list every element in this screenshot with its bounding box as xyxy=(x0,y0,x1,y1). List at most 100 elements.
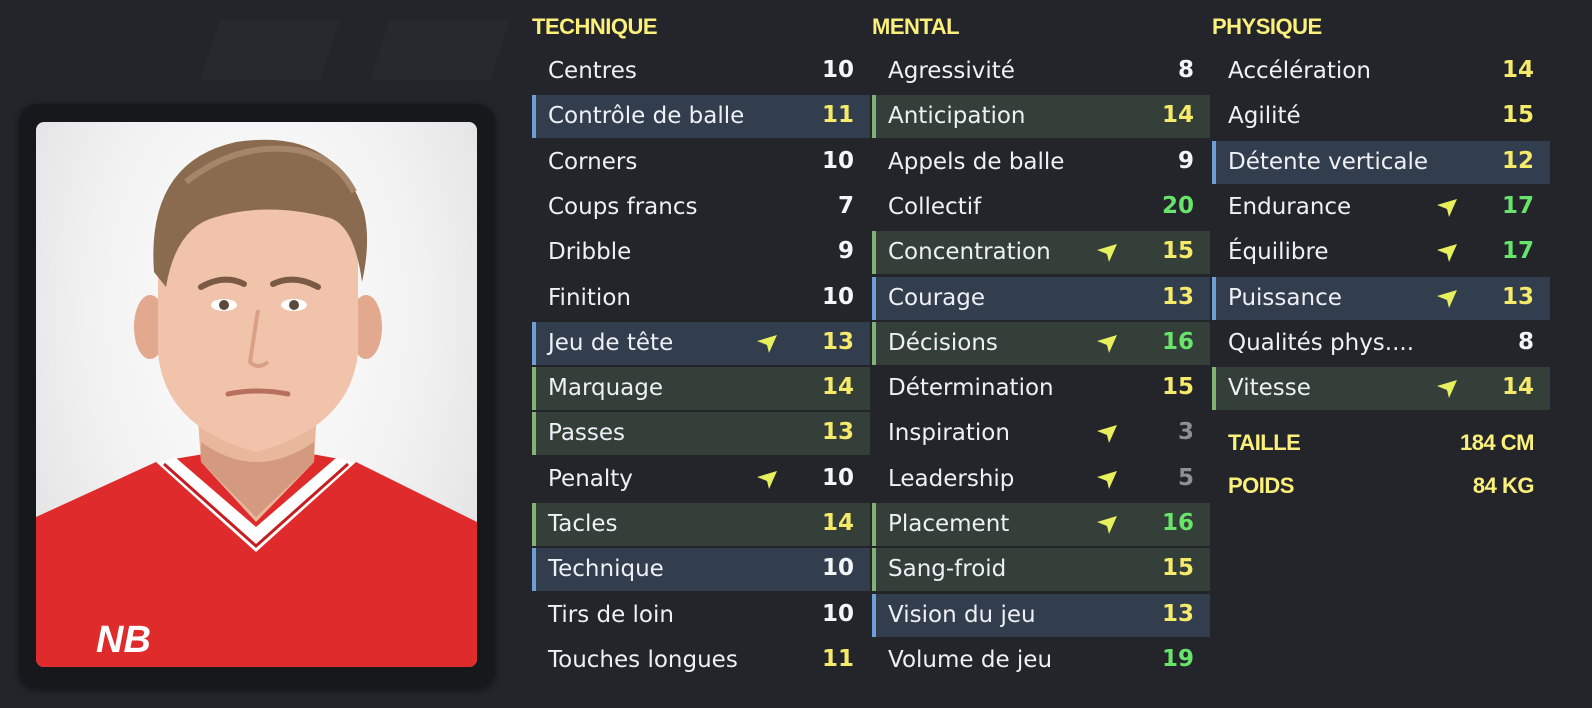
attribute-value: 14 xyxy=(1501,374,1534,400)
attribute-label: Centres xyxy=(548,58,637,84)
attribute-row[interactable]: Sang-froid 15 xyxy=(872,548,1210,591)
attribute-row[interactable]: Accélération 14 xyxy=(1212,50,1550,93)
attribute-label: Marquage xyxy=(548,375,664,401)
attribute-value: 11 xyxy=(821,102,854,128)
attribute-row[interactable]: Dribble 9 xyxy=(532,231,870,274)
attribute-value: 15 xyxy=(1161,374,1194,400)
weight-label: POIDS xyxy=(1228,473,1294,498)
attribute-value: 20 xyxy=(1161,193,1194,219)
attribute-row[interactable]: Placement 16 xyxy=(872,503,1210,546)
player-portrait-image: NB xyxy=(36,139,477,667)
attribute-row[interactable]: Jeu de tête 13 xyxy=(532,322,870,365)
attribute-row[interactable]: Détente verticale 12 xyxy=(1212,141,1550,184)
attribute-row[interactable]: Finition 10 xyxy=(532,277,870,320)
attribute-label: Appels de balle xyxy=(888,149,1065,175)
attribute-value: 10 xyxy=(821,601,854,627)
attribute-value: 16 xyxy=(1161,510,1194,536)
attribute-value: 14 xyxy=(821,374,854,400)
attribute-value: 17 xyxy=(1501,193,1534,219)
attribute-label: Finition xyxy=(548,285,631,311)
attribute-row[interactable]: Corners 10 xyxy=(532,141,870,184)
attribute-label: Leadership xyxy=(888,466,1015,492)
attribute-row[interactable]: Technique 10 xyxy=(532,548,870,591)
attribute-value: 9 xyxy=(837,238,854,264)
attribute-value: 13 xyxy=(1161,284,1194,310)
attribute-label: Vision du jeu xyxy=(888,602,1036,628)
attribute-row[interactable]: Appels de balle 9 xyxy=(872,141,1210,184)
attribute-row[interactable]: Penalty 10 xyxy=(532,458,870,501)
attribute-label: Accélération xyxy=(1228,58,1371,84)
attribute-label: Penalty xyxy=(548,466,633,492)
attribute-label: Contrôle de balle xyxy=(548,103,745,129)
background-stripe xyxy=(200,20,339,80)
height-label: TAILLE xyxy=(1228,430,1301,455)
attribute-label: Placement xyxy=(888,511,1010,537)
attribute-row[interactable]: Endurance 17 xyxy=(1212,186,1550,229)
attribute-label: Inspiration xyxy=(888,420,1010,446)
player-portrait[interactable]: NB xyxy=(36,122,477,667)
attribute-value: 15 xyxy=(1161,238,1194,264)
progress-arrow-icon xyxy=(1437,290,1457,308)
attribute-row[interactable]: Volume de jeu 19 xyxy=(872,639,1210,682)
attribute-value: 10 xyxy=(821,555,854,581)
attribute-row[interactable]: Inspiration 3 xyxy=(872,412,1210,455)
attribute-row[interactable]: Agressivité 8 xyxy=(872,50,1210,93)
attribute-row[interactable]: Passes 13 xyxy=(532,412,870,455)
attribute-label: Détente verticale xyxy=(1228,149,1428,175)
progress-arrow-icon xyxy=(1437,244,1457,262)
attribute-value: 10 xyxy=(821,148,854,174)
attribute-row[interactable]: Qualités phys.... 8 xyxy=(1212,322,1550,365)
attribute-row[interactable]: Collectif 20 xyxy=(872,186,1210,229)
attribute-row[interactable]: Centres 10 xyxy=(532,50,870,93)
attribute-value: 5 xyxy=(1177,465,1194,491)
attribute-value: 13 xyxy=(821,419,854,445)
attribute-label: Collectif xyxy=(888,194,982,220)
attribute-row[interactable]: Vitesse 14 xyxy=(1212,367,1550,410)
attribute-label: Jeu de tête xyxy=(548,330,674,356)
attribute-value: 13 xyxy=(1161,601,1194,627)
attribute-label: Anticipation xyxy=(888,103,1026,129)
attribute-row[interactable]: Tacles 14 xyxy=(532,503,870,546)
attribute-label: Puissance xyxy=(1228,285,1342,311)
attribute-row[interactable]: Concentration 15 xyxy=(872,231,1210,274)
progress-arrow-icon xyxy=(757,471,777,489)
progress-arrow-icon xyxy=(1097,244,1117,262)
attribute-value: 13 xyxy=(821,329,854,355)
attribute-row[interactable]: Leadership 5 xyxy=(872,458,1210,501)
attribute-row[interactable]: Courage 13 xyxy=(872,277,1210,320)
attribute-row[interactable]: Tirs de loin 10 xyxy=(532,594,870,637)
attribute-value: 15 xyxy=(1501,102,1534,128)
attribute-value: 17 xyxy=(1501,238,1534,264)
attribute-value: 19 xyxy=(1161,646,1194,672)
attribute-label: Agressivité xyxy=(888,58,1015,84)
weight-row: POIDS 84 KG xyxy=(1228,473,1535,503)
attribute-value: 12 xyxy=(1501,148,1534,174)
attribute-label: Équilibre xyxy=(1228,239,1329,265)
attribute-label: Coups francs xyxy=(548,194,698,220)
player-photo-card: NB xyxy=(19,104,495,688)
attribute-row[interactable]: Équilibre 17 xyxy=(1212,231,1550,274)
attribute-value: 7 xyxy=(837,193,854,219)
weight-value: 84 KG xyxy=(1472,473,1535,498)
attribute-row[interactable]: Coups francs 7 xyxy=(532,186,870,229)
attribute-row[interactable]: Marquage 14 xyxy=(532,367,870,410)
column-title: TECHNIQUE xyxy=(532,14,658,39)
attribute-row[interactable]: Puissance 13 xyxy=(1212,277,1550,320)
attribute-row[interactable]: Décisions 16 xyxy=(872,322,1210,365)
progress-arrow-icon xyxy=(1097,335,1117,353)
attribute-label: Détermination xyxy=(888,375,1054,401)
attribute-label: Corners xyxy=(548,149,638,175)
attribute-label: Touches longues xyxy=(548,647,738,673)
attribute-value: 8 xyxy=(1517,329,1534,355)
height-value: 184 CM xyxy=(1459,430,1535,455)
attribute-value: 11 xyxy=(821,646,854,672)
attribute-row[interactable]: Agilité 15 xyxy=(1212,95,1550,138)
attribute-row[interactable]: Vision du jeu 13 xyxy=(872,594,1210,637)
attribute-value: 16 xyxy=(1161,329,1194,355)
attribute-value: 10 xyxy=(821,284,854,310)
attribute-row[interactable]: Détermination 15 xyxy=(872,367,1210,410)
attribute-row[interactable]: Contrôle de balle 11 xyxy=(532,95,870,138)
attribute-row[interactable]: Anticipation 14 xyxy=(872,95,1210,138)
attribute-row[interactable]: Touches longues 11 xyxy=(532,639,870,682)
column-title: MENTAL xyxy=(872,14,960,39)
